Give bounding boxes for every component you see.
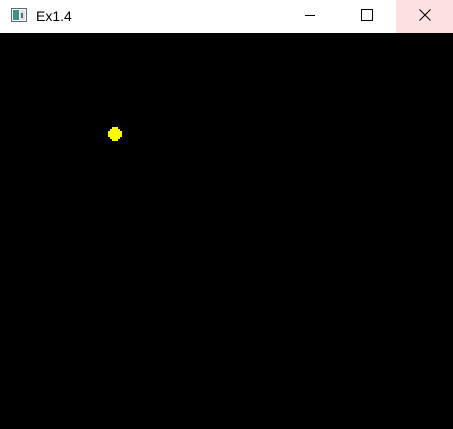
yellow-point-marker: [107, 126, 123, 142]
close-button[interactable]: [396, 0, 453, 33]
minimize-icon: [304, 8, 316, 26]
drawing-canvas[interactable]: [0, 33, 453, 429]
close-icon: [418, 8, 431, 26]
maximize-icon: [360, 8, 373, 26]
title-bar[interactable]: Ex1.4: [0, 0, 453, 33]
app-window-icon: [11, 8, 27, 22]
minimize-button[interactable]: [281, 0, 338, 33]
app-window: Ex1.4: [0, 0, 453, 429]
window-title: Ex1.4: [36, 8, 72, 24]
maximize-button[interactable]: [338, 0, 395, 33]
